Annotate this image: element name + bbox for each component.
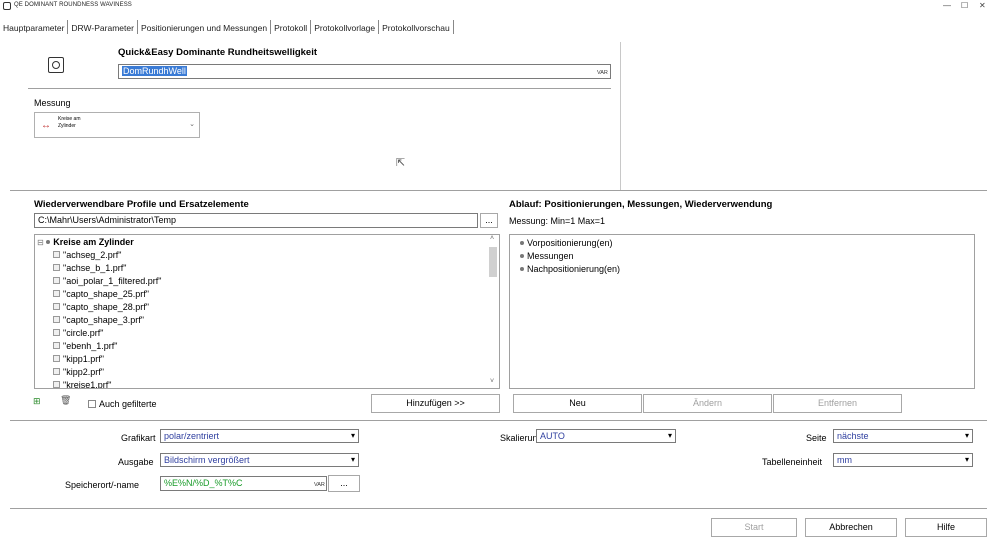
add-button[interactable]: Hinzufügen >> xyxy=(371,394,500,413)
tab-protokollvorschau[interactable]: Protokollvorschau xyxy=(379,20,454,34)
scroll-thumb[interactable] xyxy=(489,247,497,277)
sequence-item[interactable]: Messungen xyxy=(520,251,574,261)
tree-item[interactable]: "achseg_2.prf" xyxy=(53,250,121,260)
speicherort-input[interactable]: %E%N/%D_%T%C xyxy=(160,476,327,491)
roundness-icon xyxy=(48,57,64,73)
cylinder-circles-icon: ↔ xyxy=(41,120,51,131)
speicherort-var-button[interactable]: VAR xyxy=(314,482,325,488)
sequence-tree[interactable]: Vorpositionierung(en) Messungen Nachposi… xyxy=(509,234,975,389)
also-filtered-label: Auch gefilterte xyxy=(99,399,157,409)
grafikart-select[interactable]: polar/zentriert ▾ xyxy=(160,429,359,443)
start-button[interactable]: Start xyxy=(711,518,797,537)
close-button[interactable]: ✕ xyxy=(979,1,986,10)
tree-item[interactable]: "kipp1.prf" xyxy=(53,354,104,364)
scroll-up-icon[interactable]: ˄ xyxy=(490,235,494,242)
sequence-item[interactable]: Nachpositionierung(en) xyxy=(520,264,620,274)
tab-positionierungen[interactable]: Positionierungen und Messungen xyxy=(138,20,272,34)
tree-item[interactable]: "ebenh_1.prf" xyxy=(53,341,117,351)
profiles-tree[interactable]: ⊟ Kreise am Zylinder "achseg_2.prf" "ach… xyxy=(34,234,500,389)
panel-divider xyxy=(620,42,621,190)
add-profile-icon[interactable]: ⊞ xyxy=(33,396,41,407)
tab-protokollvorlage[interactable]: Protokollvorlage xyxy=(311,20,380,34)
new-button[interactable]: Neu xyxy=(513,394,642,413)
tree-scrollbar[interactable]: ˄ ˅ xyxy=(487,235,499,388)
seite-label: Seite xyxy=(806,433,827,443)
chevron-down-icon: ▾ xyxy=(667,431,672,440)
chevron-down-icon: ⌄ xyxy=(189,121,195,128)
profiles-path-input[interactable]: C:\Mahr\Users\Administrator\Temp xyxy=(34,213,478,228)
title-bar: QE DOMINANT ROUNDNESS WAVINESS — ☐ ✕ xyxy=(0,0,987,14)
tab-drw-parameter[interactable]: DRW-Parameter xyxy=(68,20,138,34)
help-button[interactable]: Hilfe xyxy=(905,518,987,537)
measurement-heading: Messung xyxy=(34,98,71,108)
sequence-item[interactable]: Vorpositionierung(en) xyxy=(520,238,613,248)
chevron-down-icon: ▾ xyxy=(964,455,969,464)
grafikart-label: Grafikart xyxy=(121,433,156,443)
chevron-down-icon: ▾ xyxy=(350,431,355,440)
measurement-type-line2: Zylinder xyxy=(58,123,76,129)
tree-item[interactable]: "capto_shape_3.prf" xyxy=(53,315,144,325)
name-var-button[interactable]: VAR xyxy=(597,70,608,76)
tab-bar: Hauptparameter DRW-Parameter Positionier… xyxy=(0,20,454,37)
tab-hauptparameter[interactable]: Hauptparameter xyxy=(0,20,69,34)
divider xyxy=(10,190,987,191)
speicherort-browse-button[interactable]: ... xyxy=(328,475,360,492)
seite-select[interactable]: nächste ▾ xyxy=(833,429,973,443)
tree-root[interactable]: ⊟ Kreise am Zylinder xyxy=(37,237,134,247)
tree-item[interactable]: "capto_shape_28.prf" xyxy=(53,302,149,312)
measurement-type-select[interactable]: ↔ Kreise am Zylinder ⌄ xyxy=(34,112,200,138)
divider xyxy=(28,88,611,89)
tree-item[interactable]: "capto_shape_25.prf" xyxy=(53,289,149,299)
profiles-heading: Wiederverwendbare Profile und Ersatzelem… xyxy=(34,199,249,210)
divider xyxy=(10,420,987,421)
minimize-button[interactable]: — xyxy=(943,1,951,10)
sequence-info: Messung: Min=1 Max=1 xyxy=(509,216,606,226)
chevron-down-icon: ▾ xyxy=(964,431,969,440)
scroll-down-icon[interactable]: ˅ xyxy=(490,378,494,385)
ausgabe-select[interactable]: Bildschirm vergrößert ▾ xyxy=(160,453,359,467)
tree-item[interactable]: "circle.prf" xyxy=(53,328,103,338)
page-title: Quick&Easy Dominante Rundheitswelligkeit xyxy=(118,47,318,58)
name-input-value: DomRundhWell xyxy=(122,66,187,76)
tab-protokoll[interactable]: Protokoll xyxy=(271,20,312,34)
change-button[interactable]: Ändern xyxy=(643,394,772,413)
tabelleneinheit-label: Tabelleneinheit xyxy=(762,457,823,467)
cancel-button[interactable]: Abbrechen xyxy=(805,518,897,537)
tabelleneinheit-select[interactable]: mm ▾ xyxy=(833,453,973,467)
trash-icon[interactable]: 🗑 xyxy=(60,395,71,406)
profiles-browse-button[interactable]: ... xyxy=(480,213,498,228)
remove-button[interactable]: Entfernen xyxy=(773,394,902,413)
also-filtered-checkbox[interactable] xyxy=(88,400,96,408)
ausgabe-label: Ausgabe xyxy=(118,457,154,467)
tree-item[interactable]: "kipp2.prf" xyxy=(53,367,104,377)
window-title: QE DOMINANT ROUNDNESS WAVINESS xyxy=(14,2,132,8)
measurement-type-line1: Kreise am xyxy=(58,116,81,122)
divider xyxy=(10,508,987,509)
tree-item[interactable]: "aoi_polar_1_filtered.prf" xyxy=(53,276,161,286)
sequence-heading: Ablauf: Positionierungen, Messungen, Wie… xyxy=(509,199,773,210)
name-input[interactable]: DomRundhWell xyxy=(118,64,611,79)
tree-item[interactable]: "kreise1.prf" xyxy=(53,380,111,388)
cursor-icon: ⇱ xyxy=(396,157,406,169)
skalierung-select[interactable]: AUTO ▾ xyxy=(536,429,676,443)
speicherort-label: Speicherort/-name xyxy=(65,480,140,490)
tree-item[interactable]: "achse_b_1.prf" xyxy=(53,263,126,273)
app-icon xyxy=(3,2,11,10)
maximize-button[interactable]: ☐ xyxy=(961,1,968,10)
chevron-down-icon: ▾ xyxy=(350,455,355,464)
